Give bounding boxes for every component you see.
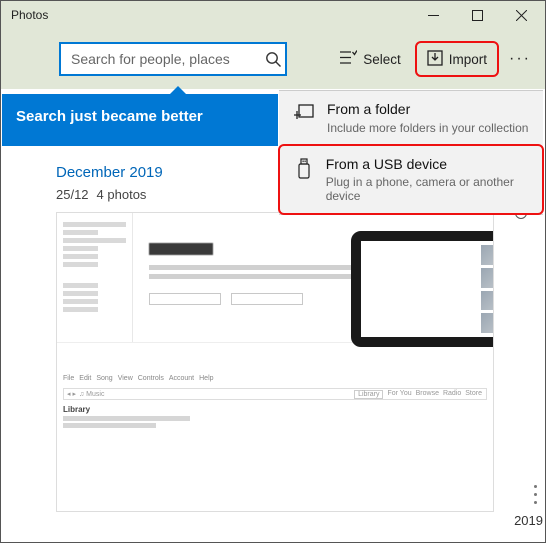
import-from-usb[interactable]: From a USB device Plug in a phone, camer…: [278, 144, 544, 216]
close-button[interactable]: [499, 1, 543, 29]
menu-item-label: From a folder: [327, 101, 528, 119]
select-label: Select: [363, 52, 401, 67]
app-toolbar: Select Import ···: [1, 29, 545, 89]
timeline-dots-icon: [534, 485, 537, 504]
select-icon: [340, 50, 357, 68]
timeline-year[interactable]: 2019: [514, 513, 543, 528]
photo-count: 4 photos: [97, 187, 147, 202]
date-value: 25/12: [56, 187, 89, 202]
maximize-button[interactable]: [455, 1, 499, 29]
menu-item-sublabel: Plug in a phone, camera or another devic…: [326, 175, 528, 203]
menu-item-label: From a USB device: [326, 156, 528, 174]
import-from-folder[interactable]: From a folder Include more folders in yo…: [279, 91, 543, 145]
tooltip-arrow-icon: [169, 86, 187, 95]
import-menu: From a folder Include more folders in yo…: [279, 90, 543, 215]
laptop-image: [351, 231, 494, 347]
more-button[interactable]: ···: [503, 50, 537, 68]
menu-item-sublabel: Include more folders in your collection: [327, 121, 528, 135]
title-bar: Photos: [1, 1, 545, 29]
import-label: Import: [449, 52, 487, 67]
search-input[interactable]: [61, 51, 262, 67]
import-button[interactable]: Import: [415, 41, 499, 77]
folder-add-icon: [293, 101, 315, 121]
search-box[interactable]: [59, 42, 287, 76]
photo-thumbnail[interactable]: FileEditSongViewControlsAccountHelp ◂ ▸♫…: [56, 212, 494, 512]
window-title: Photos: [11, 8, 411, 22]
import-icon: [427, 50, 443, 69]
search-icon[interactable]: [262, 51, 285, 68]
select-button[interactable]: Select: [330, 41, 411, 77]
minimize-button[interactable]: [411, 1, 455, 29]
timeline-scrubber[interactable]: [511, 207, 533, 530]
photos-window: Photos Select: [0, 0, 546, 543]
usb-icon: [294, 156, 314, 180]
search-tip-headline: Search just became better: [16, 108, 264, 125]
search-tip-banner: Search just became better: [2, 94, 278, 146]
